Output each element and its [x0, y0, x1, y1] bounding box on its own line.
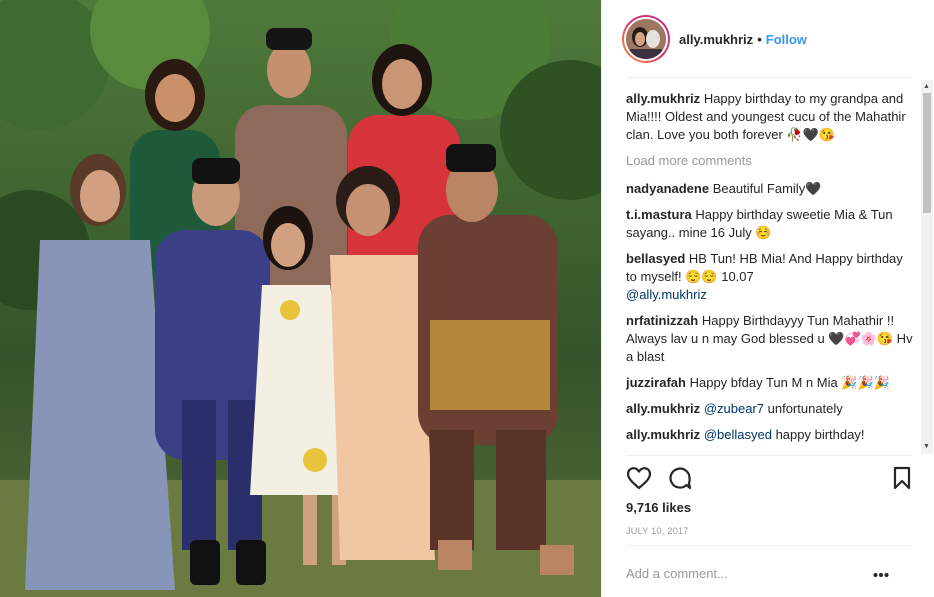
comment-username[interactable]: nrfatinizzah — [626, 313, 698, 328]
scroll-down-arrow-icon[interactable]: ▼ — [923, 443, 930, 451]
post-date[interactable]: JULY 10, 2017 — [626, 526, 689, 536]
comment-box-divider — [626, 545, 912, 546]
post-photo[interactable] — [0, 0, 601, 597]
post-details-panel: ally.mukhriz • Follow ally.mukhriz Happy… — [601, 0, 934, 597]
caption-username[interactable]: ally.mukhriz — [626, 91, 700, 106]
scrollbar-thumb[interactable] — [923, 93, 931, 213]
comment-mention[interactable]: @bellasyed — [704, 427, 772, 442]
comment-item: t.i.mastura Happy birthday sweetie Mia &… — [626, 206, 916, 242]
scroll-up-arrow-icon[interactable]: ▲ — [923, 83, 930, 91]
comment-username[interactable]: bellasyed — [626, 251, 685, 266]
comment-item: ally.mukhriz @zubear7 unfortunately — [626, 400, 916, 418]
actions-divider — [626, 455, 912, 456]
caption: ally.mukhriz Happy birthday to my grandp… — [626, 90, 916, 144]
comment-text: Beautiful Family🖤 — [712, 181, 822, 196]
comment-username[interactable]: ally.mukhriz — [626, 401, 700, 416]
comment-text: happy birthday! — [775, 427, 865, 442]
follow-button[interactable]: Follow — [766, 32, 807, 47]
comment-icon[interactable] — [668, 466, 692, 493]
more-options-icon[interactable] — [873, 566, 889, 581]
post-header: ally.mukhriz • Follow — [602, 0, 934, 78]
header-username[interactable]: ally.mukhriz — [679, 32, 753, 47]
comment-text: unfortunately — [767, 401, 843, 416]
comment-username[interactable]: nadyanadene — [626, 181, 709, 196]
comment-item: ally.mukhriz @bellasyed happy birthday! — [626, 426, 916, 444]
comment-mention[interactable]: @zubear7 — [704, 401, 764, 416]
comments-scrollbar[interactable]: ▲ ▼ — [921, 80, 933, 454]
heart-icon[interactable] — [626, 466, 652, 493]
avatar-image — [626, 19, 666, 59]
story-ring[interactable] — [622, 15, 670, 63]
comment-item: nadyanadene Beautiful Family🖤 — [626, 180, 916, 198]
instagram-post: ally.mukhriz • Follow ally.mukhriz Happy… — [0, 0, 934, 597]
header-divider — [626, 77, 912, 78]
comment-mention[interactable]: @ally.mukhriz — [626, 287, 707, 302]
family-photo-illustration — [0, 0, 601, 597]
comment-username[interactable]: ally.mukhriz — [626, 427, 700, 442]
comment-item: juzzirafah Happy bfday Tun M n Mia 🎉🎉🎉 — [626, 374, 916, 392]
comment-username[interactable]: t.i.mastura — [626, 207, 692, 222]
likes-count[interactable]: 9,716 likes — [626, 500, 691, 515]
action-bar — [626, 466, 918, 492]
comment-item: bellasyed HB Tun! HB Mia! And Happy birt… — [626, 250, 916, 304]
comment-item: nrfatinizzah Happy Birthdayyy Tun Mahath… — [626, 312, 916, 366]
comment-username[interactable]: juzzirafah — [626, 375, 686, 390]
avatar[interactable] — [624, 17, 668, 61]
separator-dot: • — [757, 31, 762, 47]
comments-list: ally.mukhriz Happy birthday to my grandp… — [626, 90, 916, 454]
add-comment-input[interactable] — [626, 562, 876, 584]
comment-text: Happy bfday Tun M n Mia 🎉🎉🎉 — [689, 375, 890, 390]
bookmark-icon[interactable] — [892, 466, 912, 493]
load-more-comments-button[interactable]: Load more comments — [626, 152, 916, 170]
